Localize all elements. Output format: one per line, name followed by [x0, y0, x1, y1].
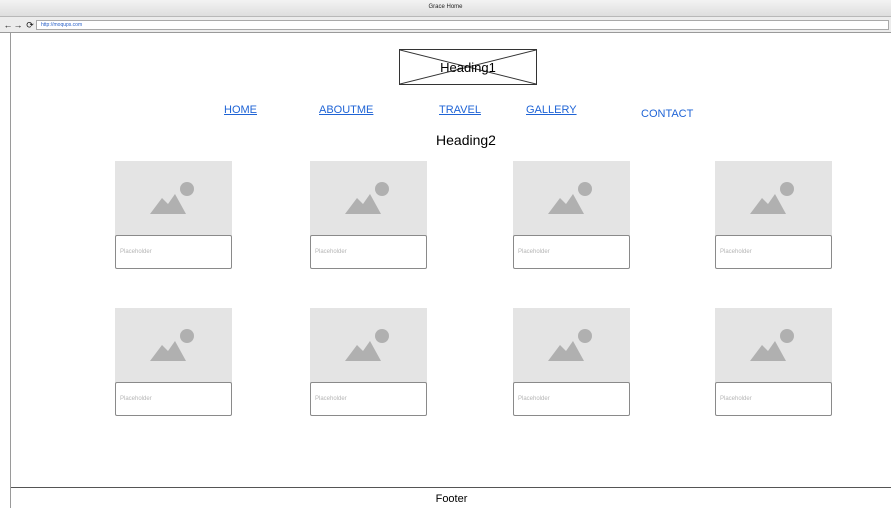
heading1-placeholder: Heading1: [399, 49, 537, 85]
image-placeholder: [513, 308, 630, 383]
nav-link-gallery[interactable]: GALLERY: [526, 104, 577, 116]
image-placeholder: [115, 308, 232, 383]
browser-toolbar: ← → ⟳ http://moqups.com: [0, 17, 891, 33]
image-placeholder: [715, 161, 832, 236]
caption-placeholder: Placeholder: [315, 249, 347, 255]
forward-arrow-icon[interactable]: →: [13, 19, 23, 31]
nav-link-home[interactable]: HOME: [224, 104, 257, 116]
heading2: Heading2: [436, 132, 496, 148]
image-placeholder: [310, 161, 427, 236]
caption-placeholder: Placeholder: [518, 396, 550, 402]
gallery-card: Placeholder: [115, 308, 232, 416]
image-icon: [548, 329, 592, 361]
nav-link-contact-clip: CONTACT: [641, 104, 704, 118]
image-icon: [150, 182, 194, 214]
caption-field[interactable]: Placeholder: [115, 382, 232, 416]
image-placeholder: [715, 308, 832, 383]
caption-field[interactable]: Placeholder: [715, 235, 832, 269]
caption-placeholder: Placeholder: [120, 249, 152, 255]
caption-placeholder: Placeholder: [720, 249, 752, 255]
caption-placeholder: Placeholder: [315, 396, 347, 402]
footer-text: Footer: [435, 493, 468, 505]
image-icon: [345, 329, 389, 361]
caption-field[interactable]: Placeholder: [310, 382, 427, 416]
gallery-card: Placeholder: [310, 308, 427, 416]
image-placeholder: [513, 161, 630, 236]
heading1: Heading1: [440, 60, 496, 75]
caption-placeholder: Placeholder: [720, 396, 752, 402]
page-viewport: Heading1 HOME ABOUTME TRAVEL GALLERY CON…: [10, 33, 891, 508]
gallery-card: Placeholder: [715, 308, 832, 416]
image-icon: [750, 329, 794, 361]
browser-window: Grace Home ← → ⟳ http://moqups.com Headi…: [0, 0, 891, 508]
nav-link-travel[interactable]: TRAVEL: [439, 104, 481, 116]
window-title: Grace Home: [428, 4, 463, 10]
image-icon: [548, 182, 592, 214]
title-bar: Grace Home: [0, 0, 891, 17]
nav-link-aboutme[interactable]: ABOUTME: [319, 104, 373, 116]
caption-field[interactable]: Placeholder: [513, 382, 630, 416]
page-footer: Footer: [11, 487, 891, 508]
caption-placeholder: Placeholder: [120, 396, 152, 402]
image-icon: [345, 182, 389, 214]
caption-field[interactable]: Placeholder: [715, 382, 832, 416]
image-placeholder: [310, 308, 427, 383]
caption-field[interactable]: Placeholder: [310, 235, 427, 269]
back-arrow-icon[interactable]: ←: [3, 19, 13, 31]
gallery-card: Placeholder: [513, 308, 630, 416]
gallery-card: Placeholder: [513, 161, 630, 269]
image-icon: [150, 329, 194, 361]
gallery-card: Placeholder: [715, 161, 832, 269]
caption-placeholder: Placeholder: [518, 249, 550, 255]
nav-link-contact[interactable]: CONTACT: [641, 108, 693, 118]
url-text: http://moqups.com: [41, 22, 83, 28]
caption-field[interactable]: Placeholder: [513, 235, 630, 269]
caption-field[interactable]: Placeholder: [115, 235, 232, 269]
gallery-card: Placeholder: [310, 161, 427, 269]
reload-icon[interactable]: ⟳: [25, 19, 35, 31]
gallery-card: Placeholder: [115, 161, 232, 269]
address-bar[interactable]: http://moqups.com: [36, 20, 889, 30]
image-icon: [750, 182, 794, 214]
image-placeholder: [115, 161, 232, 236]
